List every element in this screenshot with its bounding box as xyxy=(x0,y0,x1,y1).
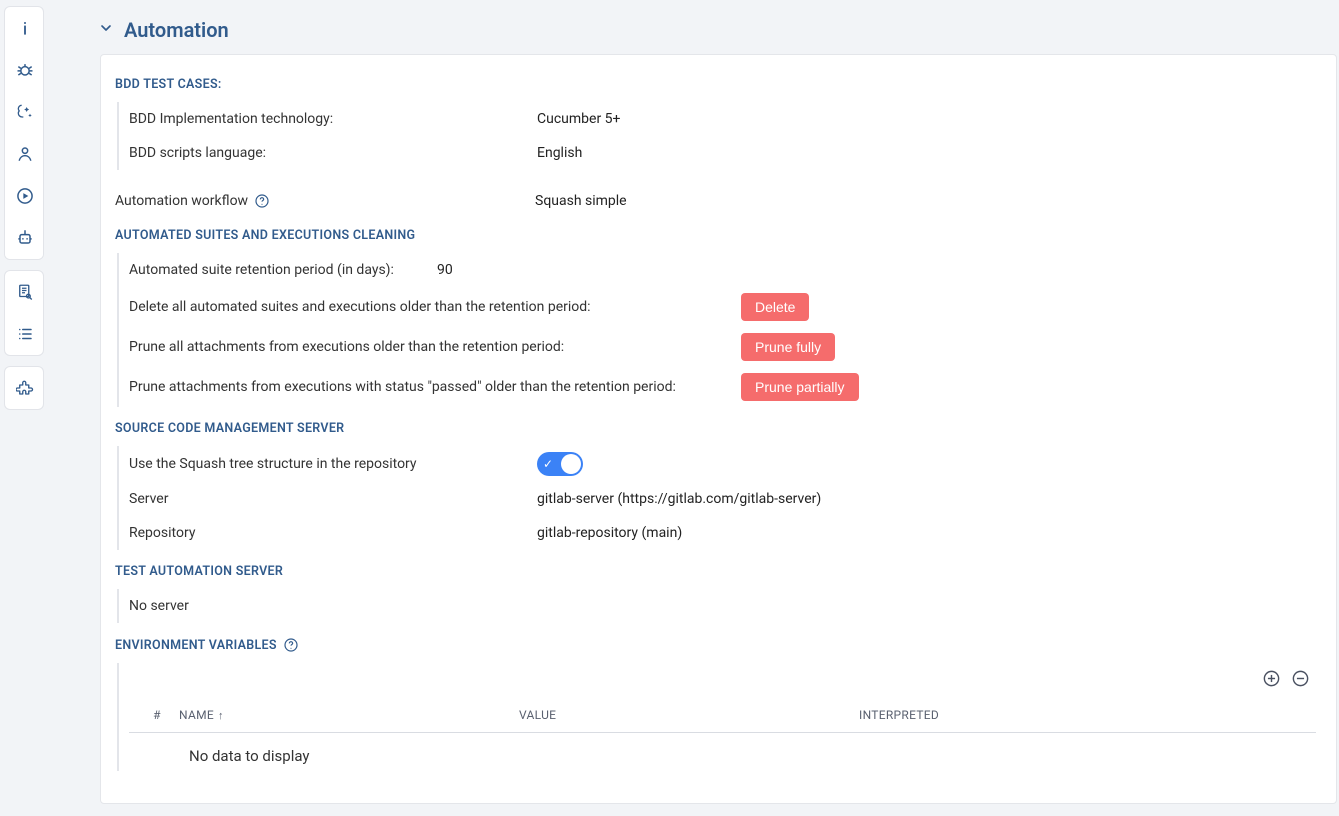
server-label: Server xyxy=(129,491,537,507)
bdd-lang-value[interactable]: English xyxy=(537,145,582,161)
page-title: Automation xyxy=(124,18,229,42)
sort-asc-icon: ↑ xyxy=(218,709,224,722)
no-server-row: No server xyxy=(129,589,1316,623)
workflow-row: Automation workflow Squash simple xyxy=(115,184,1316,218)
bdd-block: BDD Implementation technology: Cucumber … xyxy=(117,102,1316,170)
prune-full-label: Prune all attachments from executions ol… xyxy=(129,339,741,355)
robot-icon xyxy=(15,228,35,248)
server-value[interactable]: gitlab-server (https://gitlab.com/gitlab… xyxy=(537,491,821,507)
user-icon xyxy=(15,144,35,164)
repo-label: Repository xyxy=(129,525,537,541)
plus-circle-icon xyxy=(1262,669,1281,688)
table-head: # NAME ↑ VALUE INTERPRETED xyxy=(129,698,1316,733)
add-row-button[interactable] xyxy=(1262,669,1281,692)
collapse-toggle[interactable] xyxy=(98,20,114,40)
col-num-text: # xyxy=(153,708,161,722)
env-help[interactable] xyxy=(283,637,299,653)
nav-ai[interactable] xyxy=(5,91,44,133)
cleaning-heading: AUTOMATED SUITES AND EXECUTIONS CLEANING xyxy=(115,228,1316,243)
repo-value[interactable]: gitlab-repository (main) xyxy=(537,525,682,541)
main: Automation BDD TEST CASES: BDD Implement… xyxy=(44,0,1339,816)
nav-play[interactable] xyxy=(5,175,44,217)
nav-bugs[interactable] xyxy=(5,49,44,91)
use-tree-row: Use the Squash tree structure in the rep… xyxy=(129,446,1316,482)
prune-fully-button[interactable]: Prune fully xyxy=(741,333,835,361)
chevron-down-icon xyxy=(98,20,114,36)
nav-automation[interactable] xyxy=(5,217,44,259)
col-num[interactable]: # xyxy=(135,708,179,722)
nav-group-third xyxy=(4,366,44,410)
bdd-lang-row: BDD scripts language: English xyxy=(129,136,1316,170)
bdd-heading: BDD TEST CASES: xyxy=(115,77,1316,92)
prune-partial-row: Prune attachments from executions with s… xyxy=(129,367,1316,407)
title-row: Automation xyxy=(98,18,1339,42)
tas-block: No server xyxy=(117,589,1316,623)
delete-button[interactable]: Delete xyxy=(741,293,809,321)
scm-heading: SOURCE CODE MANAGEMENT SERVER xyxy=(115,421,1316,436)
nav-group-main xyxy=(4,6,44,260)
cleaning-block: Automated suite retention period (in day… xyxy=(117,253,1316,407)
col-interpreted[interactable]: INTERPRETED xyxy=(859,708,1310,722)
use-tree-label: Use the Squash tree structure in the rep… xyxy=(129,456,537,472)
minus-circle-icon xyxy=(1291,669,1310,688)
retention-row: Automated suite retention period (in day… xyxy=(129,253,1316,287)
repo-row: Repository gitlab-repository (main) xyxy=(129,516,1316,550)
col-name[interactable]: NAME ↑ xyxy=(179,708,519,722)
prune-partial-label: Prune attachments from executions with s… xyxy=(129,379,741,395)
sidebar xyxy=(0,0,44,816)
prune-partially-button[interactable]: Prune partially xyxy=(741,373,859,401)
sparkle-brain-icon xyxy=(15,102,35,122)
toggle-knob xyxy=(561,454,581,474)
bdd-lang-label: BDD scripts language: xyxy=(129,145,537,161)
bdd-impl-value[interactable]: Cucumber 5+ xyxy=(537,111,620,127)
workflow-value[interactable]: Squash simple xyxy=(535,193,627,209)
remove-row-button[interactable] xyxy=(1291,669,1310,692)
env-table: # NAME ↑ VALUE INTERPRETED No data to dis… xyxy=(117,663,1316,771)
content-card: BDD TEST CASES: BDD Implementation techn… xyxy=(100,54,1337,804)
nav-list[interactable] xyxy=(5,313,44,355)
col-name-text: NAME xyxy=(179,708,214,722)
nav-user[interactable] xyxy=(5,133,44,175)
bdd-impl-row: BDD Implementation technology: Cucumber … xyxy=(129,102,1316,136)
workflow-label-text: Automation workflow xyxy=(115,193,248,209)
col-value[interactable]: VALUE xyxy=(519,708,859,722)
nav-search-doc[interactable] xyxy=(5,271,44,313)
bug-icon xyxy=(15,60,35,80)
col-value-text: VALUE xyxy=(519,708,556,722)
retention-label: Automated suite retention period (in day… xyxy=(129,262,431,278)
scm-block: Use the Squash tree structure in the rep… xyxy=(117,446,1316,550)
workflow-help[interactable] xyxy=(254,193,270,209)
puzzle-icon xyxy=(16,379,34,397)
env-heading: ENVIRONMENT VARIABLES xyxy=(115,637,1316,653)
retention-value[interactable]: 90 xyxy=(437,262,453,278)
nav-info[interactable] xyxy=(5,7,44,49)
env-heading-text: ENVIRONMENT VARIABLES xyxy=(115,638,277,653)
tas-heading: TEST AUTOMATION SERVER xyxy=(115,564,1316,579)
table-empty: No data to display xyxy=(129,733,1316,771)
no-server-text[interactable]: No server xyxy=(129,598,189,614)
server-row: Server gitlab-server (https://gitlab.com… xyxy=(129,482,1316,516)
play-circle-icon xyxy=(15,186,35,206)
help-icon xyxy=(283,637,299,653)
delete-label: Delete all automated suites and executio… xyxy=(129,299,741,315)
bdd-impl-label: BDD Implementation technology: xyxy=(129,111,537,127)
search-doc-icon xyxy=(16,283,34,301)
use-tree-toggle[interactable]: ✓ xyxy=(537,452,583,476)
workflow-label: Automation workflow xyxy=(115,193,535,209)
prune-full-row: Prune all attachments from executions ol… xyxy=(129,327,1316,367)
delete-row: Delete all automated suites and executio… xyxy=(129,287,1316,327)
help-icon xyxy=(254,193,270,209)
check-icon: ✓ xyxy=(543,458,553,470)
col-interpreted-text: INTERPRETED xyxy=(859,708,939,722)
info-icon xyxy=(15,18,35,38)
nav-plugin[interactable] xyxy=(5,367,44,409)
nav-group-second xyxy=(4,270,44,356)
list-icon xyxy=(16,325,34,343)
table-actions xyxy=(129,669,1316,692)
